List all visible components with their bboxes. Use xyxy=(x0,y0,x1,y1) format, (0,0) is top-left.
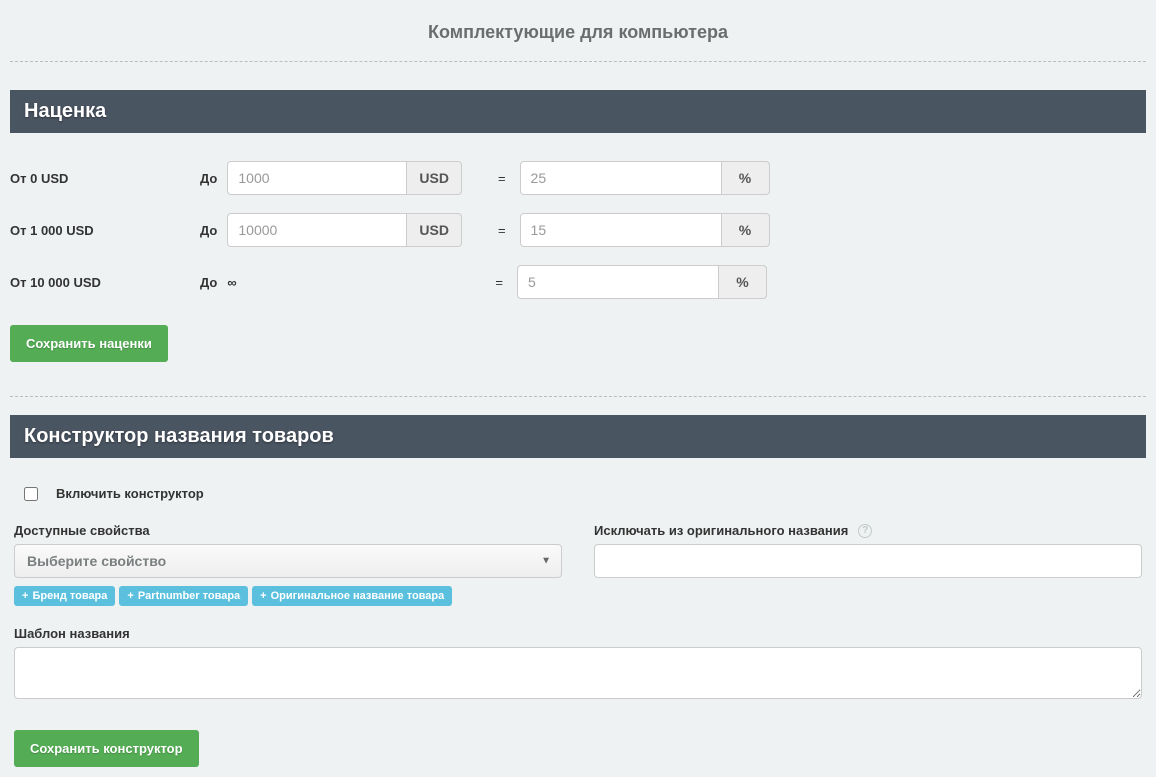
page-title: Комплектующие для компьютера xyxy=(10,10,1146,61)
template-textarea[interactable] xyxy=(14,647,1142,699)
enable-constructor-row[interactable]: Включить конструктор xyxy=(14,486,1142,501)
markup-row: От 1 000 USD До USD = % xyxy=(10,213,1146,247)
markup-row: От 10 000 USD До ∞ = % xyxy=(10,265,1146,299)
constructor-body: Включить конструктор Доступные свойства … xyxy=(10,486,1146,767)
currency-addon: USD xyxy=(407,213,462,247)
select-placeholder: Выберите свойство xyxy=(27,553,166,569)
percent-addon: % xyxy=(722,161,770,195)
exclude-label: Исключать из оригинального названия ? xyxy=(594,523,1142,538)
enable-constructor-label: Включить конструктор xyxy=(56,486,204,501)
markup-pct-input[interactable] xyxy=(517,265,719,299)
available-props-label: Доступные свойства xyxy=(14,523,562,538)
markup-row: От 0 USD До USD = % xyxy=(10,161,1146,195)
equals-sign: = xyxy=(495,275,503,290)
markup-to-input[interactable] xyxy=(227,213,407,247)
chevron-down-icon: ▼ xyxy=(541,556,551,567)
tag-row: + Бренд товара + Partnumber товара + Ори… xyxy=(14,586,562,606)
help-icon[interactable]: ? xyxy=(858,524,872,538)
markup-rows: От 0 USD До USD = % От 1 000 USD До USD … xyxy=(10,161,1146,299)
markup-to-input[interactable] xyxy=(227,161,407,195)
tag-partnumber-button[interactable]: + Partnumber товара xyxy=(119,586,248,606)
plus-icon: + xyxy=(260,590,266,602)
equals-sign: = xyxy=(498,171,506,186)
percent-addon: % xyxy=(722,213,770,247)
plus-icon: + xyxy=(22,590,28,602)
save-markup-button[interactable]: Сохранить наценки xyxy=(10,325,168,362)
equals-sign: = xyxy=(498,223,506,238)
divider xyxy=(10,396,1146,397)
markup-from-label: От 1 000 USD xyxy=(10,223,200,238)
markup-to-label: До xyxy=(200,223,217,238)
template-label: Шаблон названия xyxy=(14,626,1142,641)
markup-to-group: USD xyxy=(227,213,462,247)
infinity-icon: ∞ xyxy=(227,275,236,290)
markup-to-group: USD xyxy=(227,161,462,195)
markup-pct-input[interactable] xyxy=(520,161,722,195)
exclude-input[interactable] xyxy=(594,544,1142,578)
markup-to-label: До xyxy=(200,171,217,186)
exclude-col: Исключать из оригинального названия ? xyxy=(594,523,1142,606)
markup-pct-group: % xyxy=(520,213,770,247)
markup-pct-group: % xyxy=(520,161,770,195)
tag-brand-button[interactable]: + Бренд товара xyxy=(14,586,115,606)
plus-icon: + xyxy=(127,590,133,602)
property-select[interactable]: Выберите свойство ▼ xyxy=(14,544,562,578)
markup-pct-group: % xyxy=(517,265,767,299)
save-constructor-button[interactable]: Сохранить конструктор xyxy=(14,730,199,767)
markup-to-infinity-wrap: ∞ xyxy=(227,275,459,290)
divider xyxy=(10,61,1146,62)
markup-pct-input[interactable] xyxy=(520,213,722,247)
available-props-col: Доступные свойства Выберите свойство ▼ +… xyxy=(14,523,562,606)
markup-from-label: От 10 000 USD xyxy=(10,275,200,290)
currency-addon: USD xyxy=(407,161,462,195)
tag-original-name-button[interactable]: + Оригинальное название товара xyxy=(252,586,452,606)
constructor-section-header: Конструктор названия товаров xyxy=(10,415,1146,458)
percent-addon: % xyxy=(719,265,767,299)
constructor-two-col: Доступные свойства Выберите свойство ▼ +… xyxy=(14,523,1142,606)
markup-from-label: От 0 USD xyxy=(10,171,200,186)
markup-to-label: До xyxy=(200,275,217,290)
markup-section-header: Наценка xyxy=(10,90,1146,133)
enable-constructor-checkbox[interactable] xyxy=(24,487,38,501)
